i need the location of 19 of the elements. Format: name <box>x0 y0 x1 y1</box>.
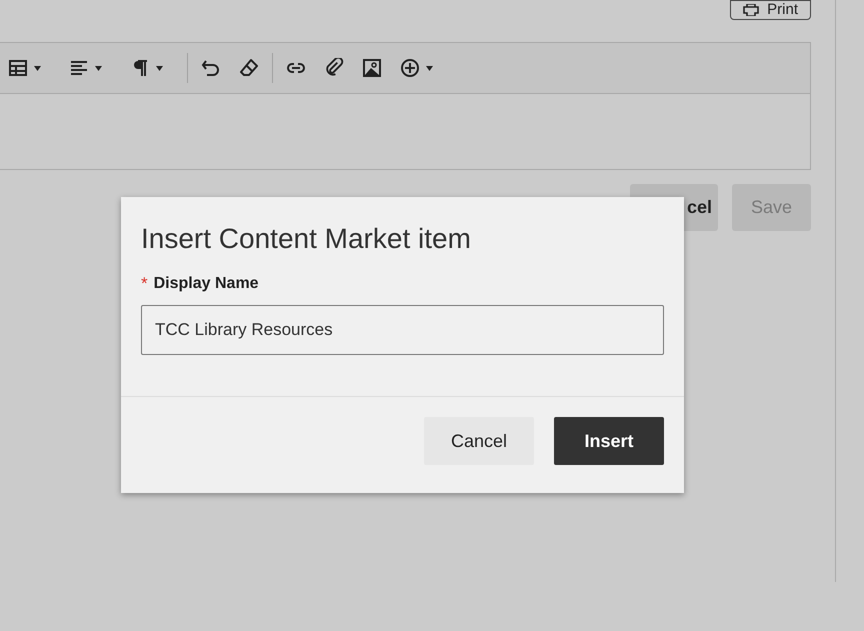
print-button[interactable]: Print <box>730 0 811 20</box>
undo-icon <box>201 58 221 78</box>
plus-circle-icon <box>400 58 420 78</box>
insert-button[interactable]: Insert <box>554 417 664 465</box>
caret-icon <box>95 66 102 70</box>
caret-icon <box>156 66 163 70</box>
required-asterisk: * <box>141 274 148 294</box>
caret-icon <box>426 66 433 70</box>
image-icon <box>362 58 382 78</box>
caret-icon <box>34 66 41 70</box>
dialog-title: Insert Content Market item <box>141 222 471 256</box>
table-icon <box>8 58 28 78</box>
eraser-icon <box>239 58 259 78</box>
field-label: Display Name <box>154 274 259 294</box>
cancel-button[interactable]: Cancel <box>424 417 534 465</box>
printer-icon <box>743 4 760 16</box>
align-left-icon <box>69 58 89 78</box>
display-name-field[interactable]: TCC Library Resources <box>141 305 664 355</box>
paperclip-icon <box>324 58 344 78</box>
